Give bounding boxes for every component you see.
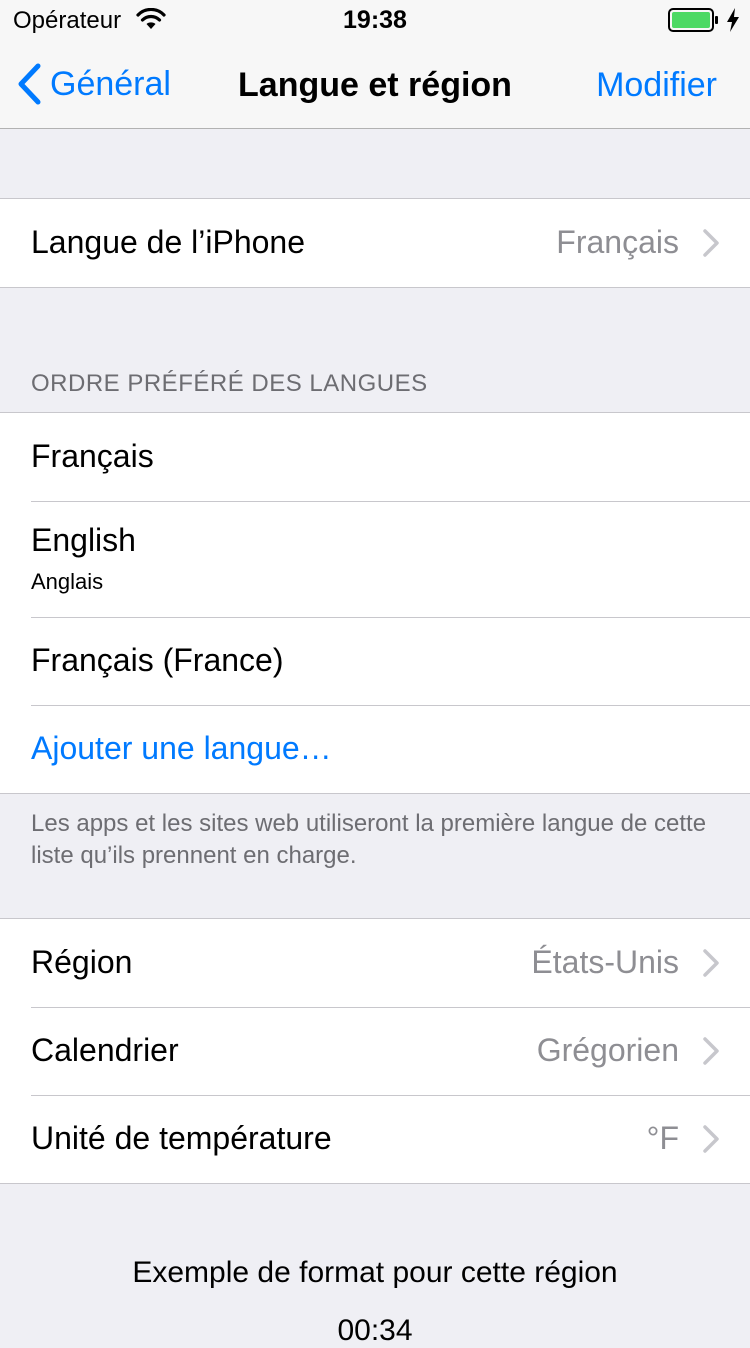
format-example-title: Exemple de format pour cette région	[132, 1256, 618, 1289]
temperature-unit-value: °F	[646, 1120, 679, 1156]
region-value: États-Unis	[531, 944, 679, 980]
add-language-button[interactable]: Ajouter une langue…	[0, 705, 750, 793]
language-label: English	[31, 522, 136, 558]
iphone-language-label: Langue de l’iPhone	[31, 224, 306, 260]
navigation-bar: Général Langue et région Modifier	[0, 40, 750, 129]
region-label: Région	[31, 944, 133, 980]
add-language-label: Ajouter une langue…	[31, 730, 332, 766]
status-bar: Opérateur 19:38	[0, 0, 750, 40]
preferred-languages-group: Français English Anglais Français (Franc…	[0, 412, 750, 794]
section-header-preferred-languages: ORDRE PRÉFÉRÉ DES LANGUES	[31, 370, 428, 397]
language-subtitle: Anglais	[31, 569, 104, 594]
iphone-language-value: Français	[556, 224, 679, 260]
list-item-language[interactable]: Français	[0, 413, 750, 501]
language-label: Français (France)	[31, 642, 284, 678]
chevron-right-icon	[703, 1125, 719, 1153]
calendar-row[interactable]: Calendrier Grégorien	[0, 1007, 750, 1095]
region-row[interactable]: Région États-Unis	[0, 919, 750, 1007]
temperature-unit-label: Unité de température	[31, 1120, 332, 1156]
calendar-label: Calendrier	[31, 1032, 179, 1068]
temperature-unit-row[interactable]: Unité de température °F	[0, 1095, 750, 1183]
chevron-right-icon	[703, 229, 719, 257]
calendar-value: Grégorien	[536, 1032, 679, 1068]
list-item-language[interactable]: English Anglais	[0, 501, 750, 617]
chevron-right-icon	[703, 1037, 719, 1065]
chevron-right-icon	[703, 949, 719, 977]
iphone-language-group: Langue de l’iPhone Français	[0, 198, 750, 288]
iphone-language-row[interactable]: Langue de l’iPhone Français	[0, 199, 750, 287]
format-example-time: 00:34	[337, 1314, 413, 1347]
region-settings-group: Région États-Unis Calendrier Grégorien U…	[0, 918, 750, 1184]
status-time: 19:38	[343, 6, 407, 34]
battery-icon	[668, 8, 718, 32]
preferred-languages-footer: Les apps et les sites web utiliseront la…	[31, 810, 707, 869]
language-label: Français	[31, 438, 154, 474]
charging-bolt-icon	[727, 8, 739, 32]
edit-button[interactable]: Modifier	[596, 66, 717, 105]
list-item-language[interactable]: Français (France)	[0, 617, 750, 705]
